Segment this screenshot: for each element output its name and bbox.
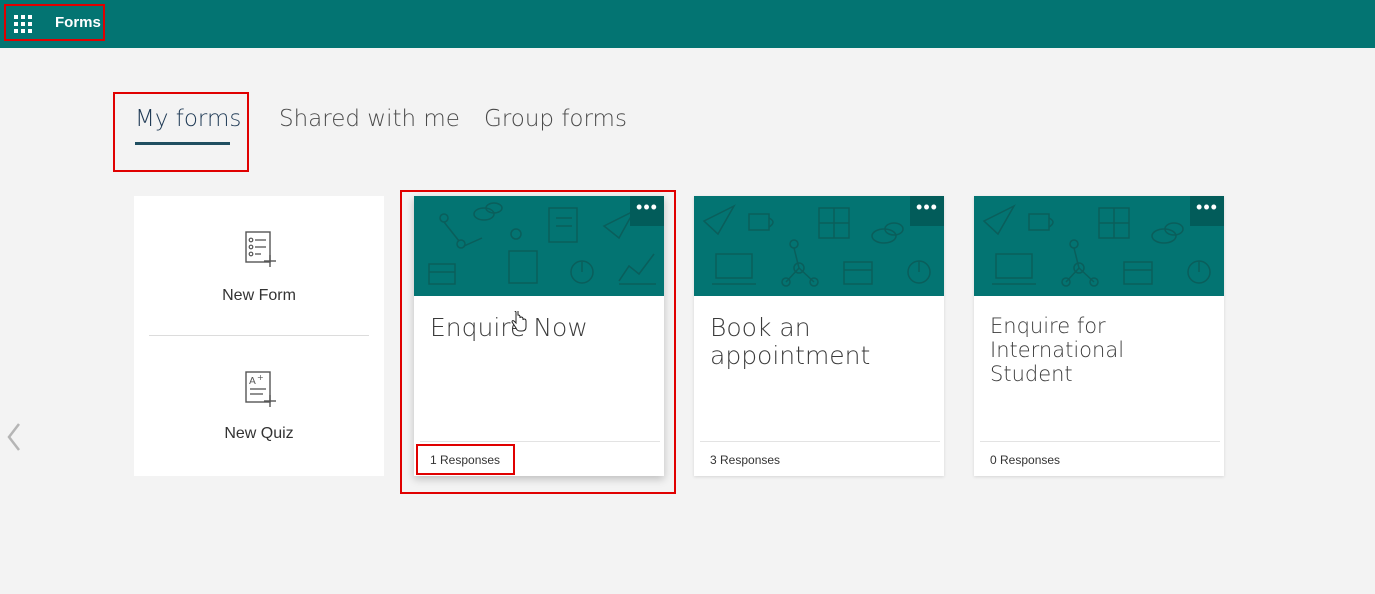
new-quiz-label: New Quiz xyxy=(224,425,294,442)
more-options-button[interactable]: ••• xyxy=(630,196,664,226)
create-card: New Form A + New Quiz xyxy=(134,196,384,476)
new-form-label: New Form xyxy=(222,287,296,304)
tab-group-forms[interactable]: Group forms xyxy=(484,106,627,132)
card-divider xyxy=(700,441,940,442)
card-divider xyxy=(980,441,1220,442)
more-options-button[interactable]: ••• xyxy=(1190,196,1224,226)
form-card-banner: ••• xyxy=(694,196,944,296)
previous-page-arrow-icon[interactable] xyxy=(4,420,24,454)
new-form-button[interactable]: New Form xyxy=(134,230,384,305)
active-tab-underline xyxy=(135,142,230,145)
form-card-book-appointment[interactable]: ••• Book an appointment 3 Responses xyxy=(694,196,944,476)
svg-text:A: A xyxy=(249,376,256,387)
new-quiz-button[interactable]: A + New Quiz xyxy=(134,370,384,443)
more-options-button[interactable]: ••• xyxy=(910,196,944,226)
responses-count[interactable]: 3 Responses xyxy=(710,453,780,467)
form-card-enquire-international[interactable]: ••• Enquire for International Student 0 … xyxy=(974,196,1224,476)
hand-cursor-icon xyxy=(511,308,527,338)
form-title: Enquire for International Student xyxy=(990,314,1125,386)
new-form-icon xyxy=(245,231,276,267)
form-title: Book an appointment xyxy=(710,313,871,370)
responses-count[interactable]: 0 Responses xyxy=(990,453,1060,467)
card-divider xyxy=(420,441,660,442)
tab-shared-with-me[interactable]: Shared with me xyxy=(279,106,460,132)
highlight-box-my-forms xyxy=(113,92,249,172)
form-card-banner: ••• xyxy=(974,196,1224,296)
svg-text:+: + xyxy=(257,373,264,382)
responses-count[interactable]: 1 Responses xyxy=(430,453,500,467)
form-card-banner: ••• xyxy=(414,196,664,296)
waffle-icon[interactable] xyxy=(12,13,34,35)
form-title: Enquire Now xyxy=(430,313,588,342)
form-card-enquire-now[interactable]: ••• Enquire Now 1 Responses xyxy=(414,196,664,476)
app-title[interactable]: Forms xyxy=(55,14,101,31)
new-quiz-icon: A + xyxy=(245,371,276,407)
divider xyxy=(149,335,369,336)
tab-my-forms[interactable]: My forms xyxy=(135,106,241,132)
top-bar: Forms xyxy=(0,0,1375,48)
